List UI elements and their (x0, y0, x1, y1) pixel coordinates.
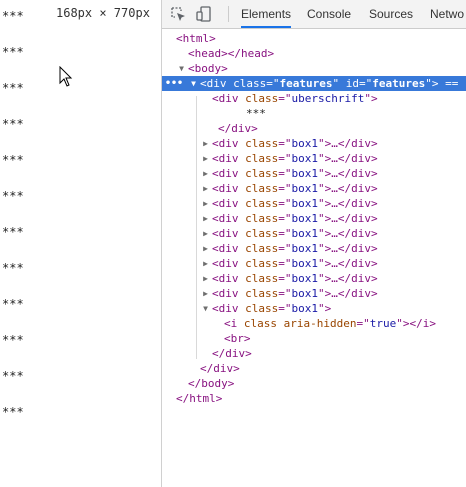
dom-node-box1[interactable]: ▶ <div class="box1">…</div> (162, 256, 466, 271)
collapsed-triangle-icon[interactable]: ▶ (201, 271, 210, 286)
collapsed-triangle-icon[interactable]: ▶ (201, 136, 210, 151)
dom-node-box1[interactable]: ▶ <div class="box1">…</div> (162, 181, 466, 196)
viewport-dimensions: 168px × 770px (56, 6, 150, 20)
star-text: *** (2, 81, 24, 95)
page-viewport[interactable]: 168px × 770px *** *** *** *** *** *** **… (0, 0, 161, 487)
star-text: *** (2, 297, 24, 311)
dom-node-box1[interactable]: ▶ <div class="box1">…</div> (162, 226, 466, 241)
dom-node-body-close[interactable]: </body> (162, 376, 466, 391)
collapsed-triangle-icon[interactable]: ▶ (201, 241, 210, 256)
dom-node-html-close[interactable]: </html> (162, 391, 466, 406)
dom-node-head[interactable]: <head></head> (162, 46, 466, 61)
star-text: *** (2, 117, 24, 131)
dom-text-node[interactable]: *** (162, 106, 466, 121)
star-text: *** (2, 261, 24, 275)
dom-node-box1[interactable]: ▶ <div class="box1">…</div> (162, 136, 466, 151)
tab-console[interactable]: Console (307, 0, 351, 28)
star-text: *** (2, 333, 24, 347)
inspect-element-icon[interactable] (170, 6, 186, 22)
more-actions-icon[interactable]: ••• (165, 76, 183, 91)
devtools-panel: Elements Console Sources Netwo <html> <h… (162, 0, 466, 487)
mouse-cursor-icon (59, 66, 73, 87)
dom-tree: <html> <head></head> ▼ <body> ••• ▼ <div… (162, 29, 466, 487)
expand-triangle-icon[interactable]: ▼ (189, 76, 198, 91)
star-text: *** (2, 369, 24, 383)
collapsed-triangle-icon[interactable]: ▶ (201, 256, 210, 271)
collapsed-triangle-icon[interactable]: ▶ (201, 151, 210, 166)
tab-sources[interactable]: Sources (369, 0, 413, 28)
star-text: *** (2, 189, 24, 203)
collapsed-triangle-icon[interactable]: ▶ (201, 196, 210, 211)
collapsed-triangle-icon[interactable]: ▶ (201, 211, 210, 226)
dom-node-body[interactable]: ▼ <body> (162, 61, 466, 76)
collapsed-triangle-icon[interactable]: ▶ (201, 181, 210, 196)
selected-element-marker: == $ (445, 77, 466, 90)
dom-node-html[interactable]: <html> (162, 31, 466, 46)
dom-node-features-close[interactable]: </div> (162, 361, 466, 376)
tab-elements[interactable]: Elements (241, 0, 292, 28)
toolbar-separator (228, 6, 229, 22)
star-text: *** (2, 45, 24, 59)
expand-triangle-icon[interactable]: ▼ (177, 61, 186, 76)
dom-node-features-selected[interactable]: ••• ▼ <div class="features" id="features… (162, 76, 466, 91)
collapsed-triangle-icon[interactable]: ▶ (201, 226, 210, 241)
star-text: *** (2, 405, 24, 419)
device-toolbar-icon[interactable] (196, 6, 212, 22)
dom-node-i[interactable]: <i class aria-hidden="true"></i> (162, 316, 466, 331)
dom-node-box1-expanded[interactable]: ▼ <div class="box1"> (162, 301, 466, 316)
dom-node-uberschrift-close[interactable]: </div> (162, 121, 466, 136)
dom-node-box1-close[interactable]: </div> (162, 346, 466, 361)
star-text: *** (2, 9, 24, 23)
devtools-toolbar: Elements Console Sources Netwo (162, 0, 466, 29)
tab-network[interactable]: Netwo (430, 0, 464, 28)
dom-node-uberschrift[interactable]: <div class="uberschrift"> (162, 91, 466, 106)
collapsed-triangle-icon[interactable]: ▶ (201, 286, 210, 301)
dom-node-box1[interactable]: ▶ <div class="box1">…</div> (162, 211, 466, 226)
dom-node-box1[interactable]: ▶ <div class="box1">…</div> (162, 241, 466, 256)
star-text: *** (2, 225, 24, 239)
dom-node-box1[interactable]: ▶ <div class="box1">…</div> (162, 271, 466, 286)
star-text: *** (2, 153, 24, 167)
dom-node-box1[interactable]: ▶ <div class="box1">…</div> (162, 196, 466, 211)
collapsed-triangle-icon[interactable]: ▶ (201, 166, 210, 181)
dom-node-box1[interactable]: ▶ <div class="box1">…</div> (162, 166, 466, 181)
expand-triangle-icon[interactable]: ▼ (201, 301, 210, 316)
dom-node-br[interactable]: <br> (162, 331, 466, 346)
dom-node-box1[interactable]: ▶ <div class="box1">…</div> (162, 286, 466, 301)
dom-node-box1[interactable]: ▶ <div class="box1">…</div> (162, 151, 466, 166)
